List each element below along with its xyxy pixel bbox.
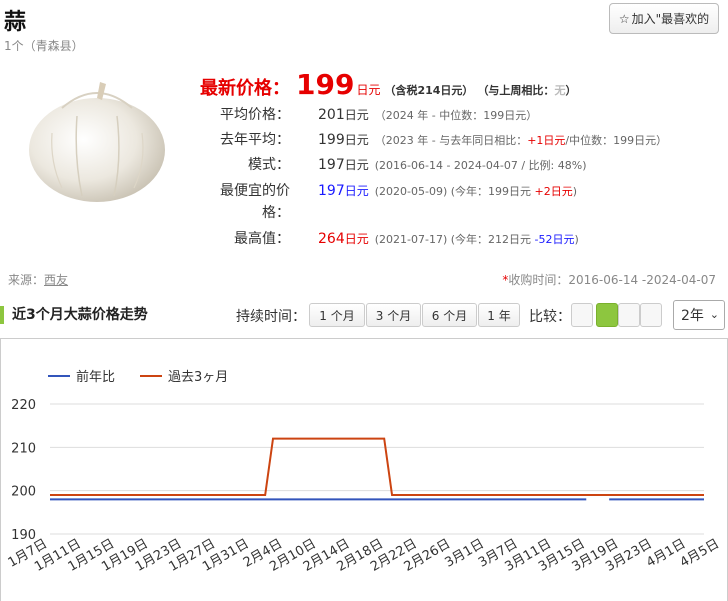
weekly-compare-suffix: ） (565, 84, 577, 97)
mode-price-note: (2016-06-14 - 2024-04-07 / 比例: 48%) (374, 159, 587, 172)
lowest-price-value: 197 (318, 183, 345, 199)
highest-price-note: (2021-07-17) (今年：212日元 -52日元) (375, 231, 579, 247)
duration-1-month-button[interactable]: 1 个月 (309, 303, 365, 327)
legend-label: 前年比 (76, 369, 115, 385)
mode-price-unit: 日元 (344, 158, 369, 172)
last-year-average-label: 去年平均： (220, 132, 290, 148)
page-title: 蒜 (4, 10, 27, 35)
highest-price-row: 最高值： 264 日元 (2021-07-17) (今年：212日元 -52日元… (200, 228, 579, 250)
price-trend-chart: 前年比 過去3ヶ月1902002102201月7日1月11日1月15日1月19日1… (6, 369, 722, 575)
y-tick-label: 190 (11, 528, 36, 543)
highest-price-label: 最高值： (234, 231, 290, 247)
lowest-note-a: (2020-05-09) (今年：199日元 (374, 185, 535, 198)
x-tick-label: 4月5日 (678, 536, 722, 570)
acquisition-period: *收购时间：2016-06-14 -2024-04-07 (502, 271, 716, 288)
duration-label: 持续时间： (236, 309, 306, 325)
lowest-price-label-line1: 最便宜的价 (220, 183, 290, 199)
year-range-value: 2年 (681, 308, 704, 324)
mode-price-value: 197 (318, 157, 345, 173)
weekly-compare-value: 无 (554, 84, 566, 97)
duration-3-month-button[interactable]: 3 个月 (366, 303, 421, 327)
compare-option-2[interactable] (596, 303, 618, 327)
highest-diff: -52日元 (534, 233, 575, 246)
lowest-diff: +2日元 (534, 185, 573, 198)
lowest-note-b: ) (572, 185, 578, 198)
mode-price-label: 模式： (248, 157, 290, 173)
trend-title: 近3个月大蒜价格走势 (0, 306, 148, 324)
weekly-compare: （与上周相比：无） (477, 82, 576, 98)
trend-toolbar: 近3个月大蒜价格走势 持续时间： 1 个月 3 个月 6 个月 1 年 比较： (0, 300, 728, 332)
latest-price-label: 最新价格： (200, 78, 290, 99)
last-year-average-row: 去年平均： 199 日元 （2023 年 - 与去年同日相比：+1日元/中位数：… (200, 129, 667, 151)
weekly-compare-prefix: （与上周相比： (477, 84, 555, 97)
add-favorite-label: 加入"最喜欢的 (631, 12, 710, 26)
highest-price-unit: 日元 (344, 232, 369, 246)
highest-note-a: (2021-07-17) (今年：212日元 (374, 233, 535, 246)
product-subtitle: 1个（青森县） (4, 39, 84, 53)
source-label: 来源： (8, 273, 45, 287)
y-tick-label: 210 (11, 441, 36, 456)
mode-price-row: 模式： 197 日元 (2016-06-14 - 2024-04-07 / 比例… (200, 154, 587, 176)
average-price-row: 平均价格： 201 日元 （2024 年 - 中位数：199日元） (200, 104, 537, 126)
latest-price-line: 最新价格： 199 日元 （含税214日元） （与上周相比：无） (200, 68, 720, 106)
last-year-diff: +1日元 (527, 134, 566, 147)
last-year-note-b: /中位数：199日元） (565, 134, 668, 147)
legend-label: 過去3ヶ月 (168, 370, 228, 385)
highest-note-b: ) (574, 233, 579, 246)
last-year-average-note: （2023 年 - 与去年同日相比：+1日元/中位数：199日元） (375, 132, 667, 148)
y-tick-label: 200 (11, 485, 36, 500)
compare-option-1[interactable] (571, 303, 593, 327)
highest-price-value: 264 (318, 231, 345, 247)
period-text: 收购时间：2016-06-14 -2024-04-07 (508, 273, 716, 287)
last-year-average-unit: 日元 (344, 133, 369, 147)
average-price-note: （2024 年 - 中位数：199日元） (374, 109, 538, 122)
tax-included-price: （含税214日元） (384, 84, 474, 97)
last-year-note-a: （2023 年 - 与去年同日相比： (374, 134, 528, 147)
last-year-average-value: 199 (318, 132, 345, 148)
lowest-price-row: 最便宜的价格： 197 日元 (2020-05-09) (今年：199日元 +2… (200, 180, 577, 224)
average-price-value: 201 (318, 107, 345, 123)
chevron-down-icon: ⌄ (709, 308, 719, 321)
compare-option-4[interactable] (640, 303, 662, 327)
latest-price-unit: 日元 (356, 83, 381, 97)
add-favorite-button[interactable]: ☆ 加入"最喜欢的 (609, 3, 719, 34)
average-price-label: 平均价格： (220, 107, 290, 123)
garlic-image (29, 82, 165, 202)
duration-6-month-button[interactable]: 6 个月 (422, 303, 477, 327)
price-info: 最新价格： 199 日元 （含税214日元） （与上周相比：无） 平均价格： 2… (200, 68, 720, 247)
source-link[interactable]: 西友 (44, 273, 68, 287)
compare-label: 比较： (529, 309, 571, 325)
duration-1-year-button[interactable]: 1 年 (478, 303, 520, 327)
lowest-price-label-line2: 格： (262, 205, 290, 221)
average-price-unit: 日元 (344, 108, 369, 122)
latest-price-value: 199 (296, 68, 355, 101)
year-range-select[interactable]: 2年 ⌄ (673, 300, 725, 330)
star-outline-icon: ☆ (618, 11, 630, 26)
lowest-price-unit: 日元 (344, 184, 369, 198)
y-tick-label: 220 (11, 398, 36, 413)
source-line: 来源：西友 (8, 271, 68, 288)
compare-option-3[interactable] (618, 303, 640, 327)
lowest-price-label: 最便宜的价格： (200, 180, 290, 224)
lowest-price-note: (2020-05-09) (今年：199日元 +2日元) (375, 183, 577, 199)
